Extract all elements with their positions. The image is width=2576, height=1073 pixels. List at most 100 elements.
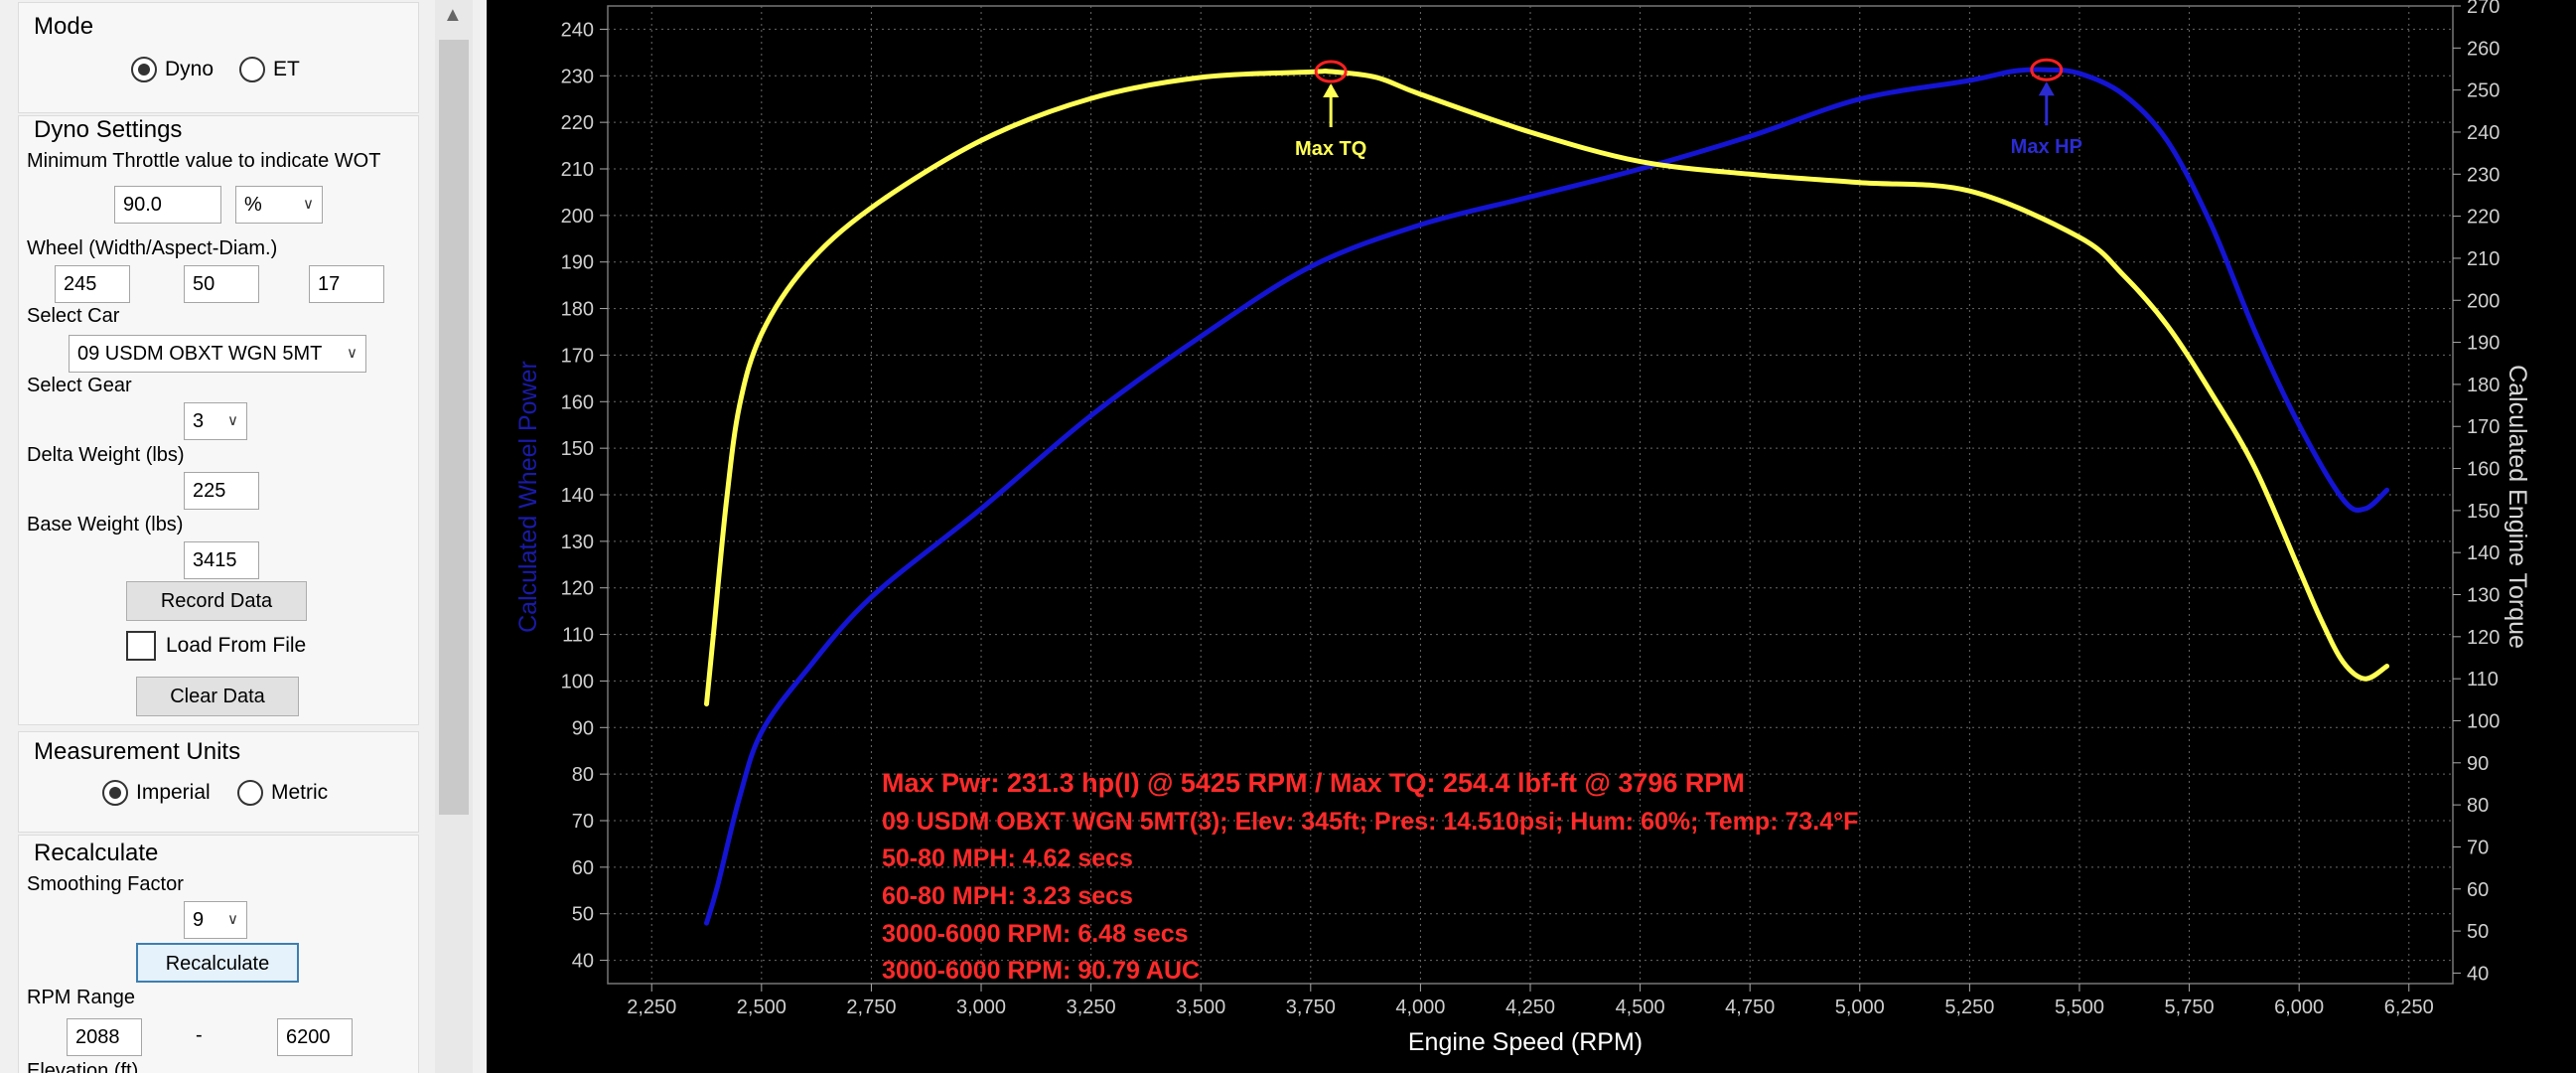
clear-data-button[interactable]: Clear Data bbox=[136, 677, 299, 716]
y-axis-left-title: Calculated Wheel Power bbox=[514, 361, 542, 633]
dyno-chart: 2,250 2,500 2,750 3,000 3,250 3,500 3,750 4,000… bbox=[487, 0, 2576, 1073]
y-right-tick-label: 120 bbox=[2467, 627, 2500, 649]
x-tick-label: 3,500 bbox=[1176, 996, 1225, 1018]
dyno-settings-title: Dyno Settings bbox=[34, 116, 183, 143]
x-tick-label: 4,750 bbox=[1725, 996, 1775, 1018]
throttle-unit-value: % bbox=[244, 194, 262, 216]
x-tick-label: 3,750 bbox=[1286, 996, 1336, 1018]
units-imperial-radio[interactable]: Imperial bbox=[102, 780, 211, 806]
smoothing-factor-select[interactable]: 9 ∨ bbox=[184, 901, 247, 939]
wheel-aspect-input[interactable]: 50 bbox=[184, 265, 259, 303]
y-right-tick-label: 260 bbox=[2467, 38, 2500, 60]
x-tick-label: 4,250 bbox=[1505, 996, 1555, 1018]
y-left-tick-label: 60 bbox=[572, 857, 594, 879]
y-left-tick-label: 150 bbox=[561, 438, 594, 460]
car-select-value: 09 USDM OBXT WGN 5MT bbox=[77, 343, 323, 365]
measurement-units-group: Measurement Units Imperial Metric bbox=[18, 731, 419, 833]
gear-select[interactable]: 3 ∨ bbox=[184, 402, 247, 440]
smoothing-factor-value: 9 bbox=[193, 909, 205, 931]
x-tick-label: 6,250 bbox=[2384, 996, 2434, 1018]
x-tick-label: 3,250 bbox=[1067, 996, 1116, 1018]
y-axis-right-title: Calculated Engine Torque bbox=[2504, 365, 2531, 649]
y-left-tick-label: 230 bbox=[561, 66, 594, 87]
y-right-tick-label: 100 bbox=[2467, 710, 2500, 732]
dyno-settings-group: Dyno Settings Minimum Throttle value to … bbox=[18, 115, 419, 725]
x-tick-label: 3,000 bbox=[956, 996, 1006, 1018]
units-imperial-label: Imperial bbox=[136, 781, 211, 804]
min-throttle-label: Minimum Throttle value to indicate WOT bbox=[27, 150, 381, 172]
x-tick-label: 6,000 bbox=[2274, 996, 2324, 1018]
y-left-tick-label: 240 bbox=[561, 19, 594, 41]
x-tick-label: 4,500 bbox=[1616, 996, 1665, 1018]
y-right-tick-label: 160 bbox=[2467, 459, 2500, 481]
y-right-tick-label: 200 bbox=[2467, 290, 2500, 312]
x-tick-label: 5,000 bbox=[1835, 996, 1885, 1018]
load-from-file-checkbox[interactable]: Load From File bbox=[126, 631, 306, 661]
smoothing-factor-label: Smoothing Factor bbox=[27, 873, 184, 895]
y-right-tick-label: 270 bbox=[2467, 0, 2500, 18]
y-right-tick-label: 250 bbox=[2467, 80, 2500, 102]
record-data-button[interactable]: Record Data bbox=[126, 581, 307, 621]
units-metric-label: Metric bbox=[271, 781, 329, 804]
rpm-min-input[interactable]: 2088 bbox=[67, 1018, 142, 1056]
info-line-3000-6000-auc: 3000-6000 RPM: 90.79 AUC bbox=[882, 957, 1200, 985]
delta-weight-input[interactable]: 225 bbox=[184, 472, 259, 510]
x-tick-label: 5,500 bbox=[2055, 996, 2104, 1018]
y-left-tick-label: 90 bbox=[572, 717, 594, 739]
base-weight-input[interactable]: 3415 bbox=[184, 541, 259, 579]
y-left-tick-label: 80 bbox=[572, 764, 594, 786]
load-from-file-label: Load From File bbox=[166, 634, 307, 657]
base-weight-label: Base Weight (lbs) bbox=[27, 514, 184, 536]
mode-title: Mode bbox=[34, 13, 94, 40]
chevron-down-icon: ∨ bbox=[303, 196, 314, 213]
max-hp-label: Max HP bbox=[2011, 136, 2082, 158]
mode-dyno-radio[interactable]: Dyno bbox=[131, 57, 214, 82]
recalculate-group: Recalculate Smoothing Factor 9 ∨ Recalcu… bbox=[18, 835, 419, 1073]
delta-weight-label: Delta Weight (lbs) bbox=[27, 444, 185, 466]
rpm-max-input[interactable]: 6200 bbox=[277, 1018, 353, 1056]
mode-dyno-label: Dyno bbox=[165, 58, 215, 80]
y-right-tick-label: 240 bbox=[2467, 122, 2500, 144]
elevation-label: Elevation (ft) bbox=[27, 1060, 139, 1073]
throttle-unit-select[interactable]: % ∨ bbox=[235, 186, 323, 224]
chart-background bbox=[487, 0, 2576, 1073]
recalculate-button[interactable]: Recalculate bbox=[136, 943, 299, 983]
rpm-range-separator: - bbox=[196, 1024, 203, 1046]
radio-selected-icon bbox=[131, 57, 157, 82]
y-left-tick-label: 130 bbox=[561, 532, 594, 553]
units-metric-radio[interactable]: Metric bbox=[237, 780, 328, 806]
gear-select-value: 3 bbox=[193, 410, 205, 432]
scroll-up-icon[interactable]: ▲ bbox=[443, 4, 463, 27]
mode-et-label: ET bbox=[273, 58, 300, 80]
min-throttle-input[interactable]: 90.0 bbox=[114, 186, 221, 224]
x-tick-label: 2,750 bbox=[846, 996, 896, 1018]
y-left-tick-label: 70 bbox=[572, 811, 594, 833]
x-tick-label: 2,500 bbox=[737, 996, 787, 1018]
wheel-diam-input[interactable]: 17 bbox=[309, 265, 384, 303]
car-select[interactable]: 09 USDM OBXT WGN 5MT ∨ bbox=[69, 335, 366, 373]
recalculate-title: Recalculate bbox=[34, 840, 159, 866]
wheel-width-input[interactable]: 245 bbox=[55, 265, 130, 303]
select-gear-label: Select Gear bbox=[27, 375, 132, 396]
y-left-tick-label: 110 bbox=[562, 625, 594, 647]
info-line-60-80: 60-80 MPH: 3.23 secs bbox=[882, 882, 1133, 910]
y-left-tick-label: 200 bbox=[561, 206, 594, 228]
radio-unselected-icon bbox=[237, 780, 263, 806]
settings-scrollbar[interactable]: ▲ bbox=[435, 0, 473, 1073]
scroll-thumb[interactable] bbox=[439, 40, 469, 815]
chevron-down-icon: ∨ bbox=[227, 412, 238, 429]
y-right-tick-label: 40 bbox=[2467, 963, 2489, 985]
mode-et-radio[interactable]: ET bbox=[239, 57, 300, 82]
y-right-tick-label: 50 bbox=[2467, 921, 2489, 943]
rpm-range-label: RPM Range bbox=[27, 987, 135, 1008]
y-right-tick-label: 70 bbox=[2467, 837, 2489, 858]
y-right-tick-label: 60 bbox=[2467, 879, 2489, 901]
x-axis-title: Engine Speed (RPM) bbox=[1408, 1028, 1643, 1056]
info-line-50-80: 50-80 MPH: 4.62 secs bbox=[882, 844, 1133, 872]
y-left-tick-label: 160 bbox=[561, 391, 594, 413]
y-right-tick-label: 220 bbox=[2467, 207, 2500, 229]
info-line-max-power: Max Pwr: 231.3 hp(I) @ 5425 RPM / Max TQ… bbox=[882, 768, 1745, 798]
chevron-down-icon: ∨ bbox=[347, 345, 358, 362]
y-right-tick-label: 210 bbox=[2467, 248, 2500, 270]
settings-panel: Mode Dyno ET Dyno Settings Minimum Throt… bbox=[0, 0, 477, 1073]
